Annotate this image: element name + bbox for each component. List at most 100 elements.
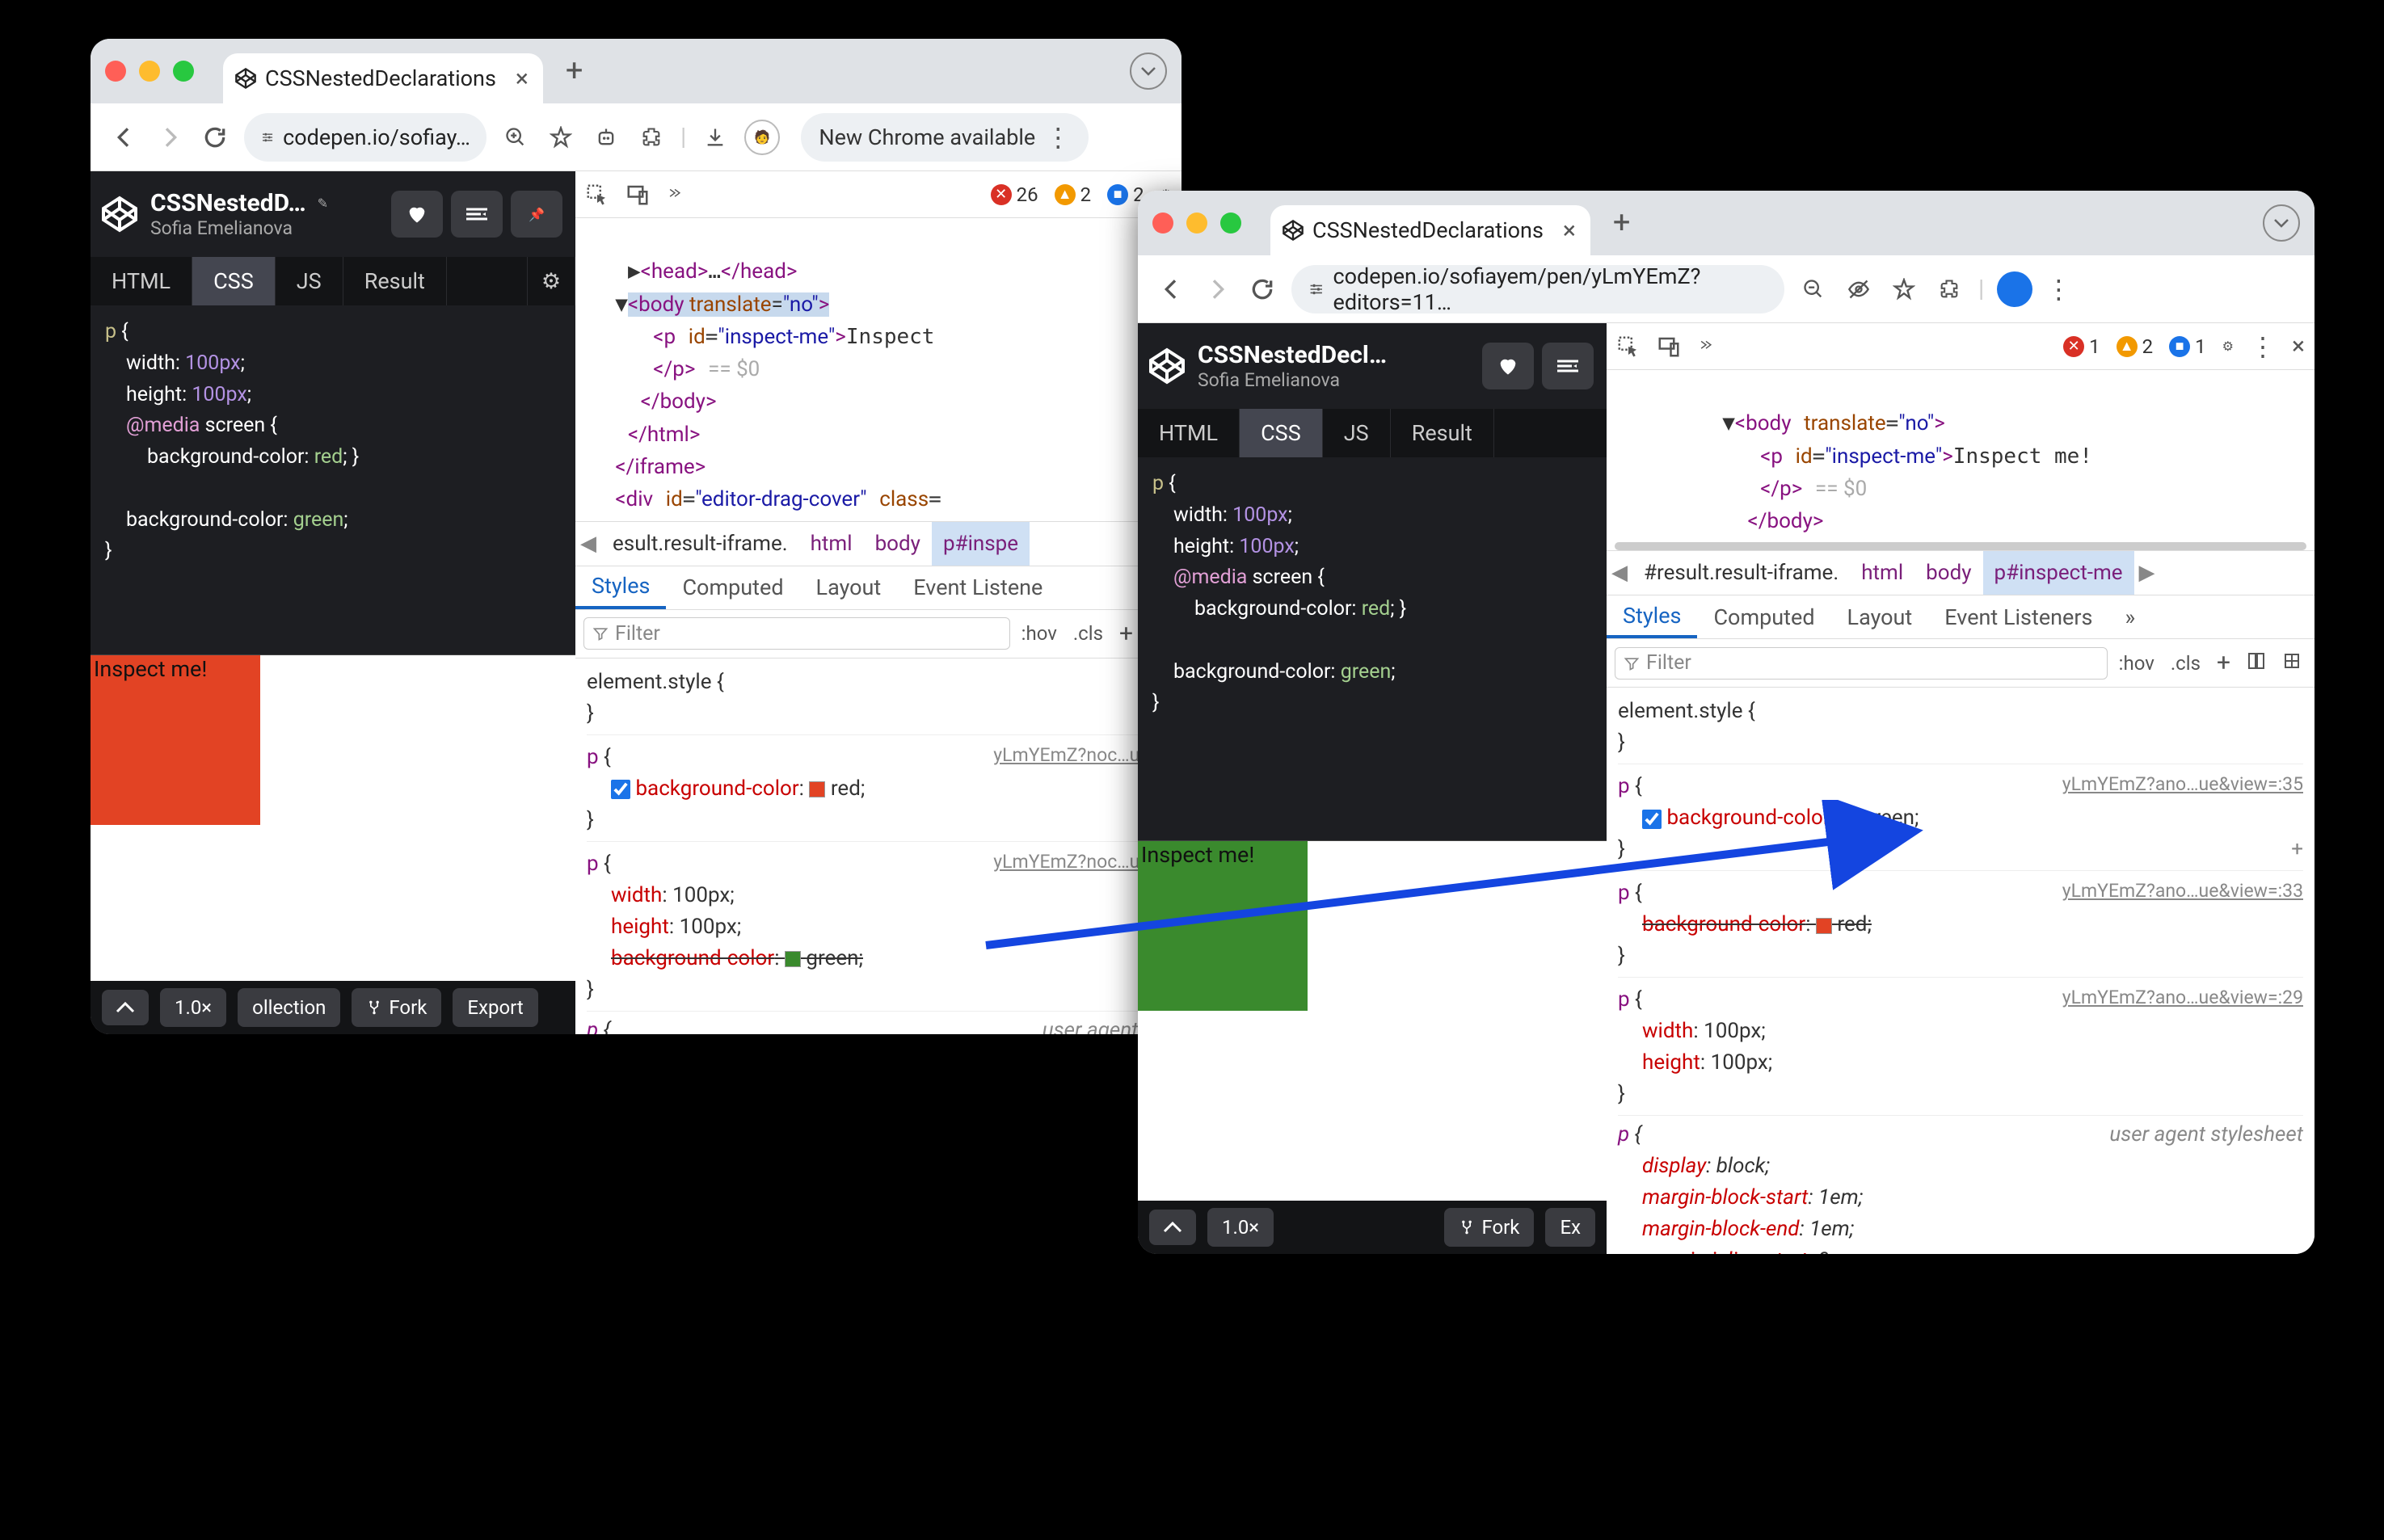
crumb-iframe[interactable]: esult.result-iframe. [601, 522, 799, 566]
css-rules[interactable]: element.style {} p { yLmYEmZ?ano…ue&view… [1607, 688, 2315, 1254]
inspect-element-icon[interactable] [585, 183, 609, 207]
breadcrumb[interactable]: ◀ #result.result-iframe. html body p#ins… [1607, 550, 2315, 595]
reload-button[interactable] [199, 121, 231, 154]
profile-avatar[interactable]: 🧑 [744, 120, 780, 155]
crumb-html[interactable]: html [1850, 551, 1914, 595]
forward-button[interactable] [1201, 273, 1233, 305]
menu-icon[interactable]: ⋮ [2045, 274, 2071, 305]
subtab-more-icon[interactable]: » [2108, 595, 2151, 638]
bookmark-icon[interactable] [1888, 273, 1920, 305]
crumb-body[interactable]: body [864, 522, 932, 566]
tab-css[interactable]: CSS [192, 257, 276, 305]
view-toggle-button[interactable] [451, 191, 503, 238]
cls-toggle[interactable]: .cls [1068, 622, 1108, 645]
zoom-control[interactable]: 1.0× [160, 988, 226, 1027]
device-toggle-icon[interactable] [625, 183, 650, 207]
zoom-control[interactable]: 1.0× [1207, 1208, 1274, 1247]
breadcrumb[interactable]: ◀ esult.result-iframe. html body p#inspe [575, 521, 1181, 566]
eye-off-icon[interactable] [1843, 273, 1875, 305]
profile-avatar[interactable] [1997, 271, 2032, 307]
css-rules[interactable]: element.style {} p { yLmYEmZ?noc…ue&v ba… [575, 658, 1181, 1034]
crumb-iframe[interactable]: #result.result-iframe. [1632, 551, 1850, 595]
subtab-computed[interactable]: Computed [1697, 595, 1830, 638]
subtab-events[interactable]: Event Listeners [1928, 595, 2108, 638]
inspect-target-red[interactable]: Inspect me! [91, 655, 260, 825]
css-editor[interactable]: p { width: 100px; height: 100px; @media … [1138, 457, 1607, 840]
new-tab-button[interactable]: + [1613, 205, 1631, 241]
warning-badge[interactable]: ▲2 [1055, 183, 1092, 206]
error-badge[interactable]: ✕26 [991, 183, 1038, 206]
export-button[interactable]: Ex [1545, 1208, 1595, 1247]
ai-icon[interactable] [590, 121, 622, 154]
fork-button[interactable]: Fork [352, 988, 441, 1027]
warning-badge[interactable]: ▲2 [2117, 335, 2154, 358]
window-dropdown-icon[interactable] [2263, 204, 2300, 242]
styles-filter-input[interactable]: Filter [583, 617, 1010, 650]
zoom-window-button[interactable] [1220, 212, 1241, 234]
more-tabs-icon[interactable] [666, 186, 684, 204]
subtab-layout[interactable]: Layout [800, 566, 898, 609]
bookmark-icon[interactable] [545, 121, 577, 154]
back-button[interactable] [1156, 273, 1188, 305]
crumb-left-icon[interactable]: ◀ [575, 532, 601, 556]
subtab-events[interactable]: Event Listene [897, 566, 1059, 609]
crumb-p[interactable]: p#inspect-me [1983, 551, 2134, 595]
styles-filter-input[interactable]: Filter [1615, 647, 2108, 680]
computed-sidebar-icon[interactable] [2242, 651, 2271, 675]
zoom-window-button[interactable] [173, 61, 194, 82]
devtools-settings-icon[interactable]: ⚙ [2222, 339, 2234, 354]
window-dropdown-icon[interactable] [1130, 53, 1167, 90]
more-tabs-icon[interactable] [1697, 338, 1715, 356]
add-property-icon[interactable]: + [2291, 834, 2303, 865]
forward-button[interactable] [154, 121, 186, 154]
tab-html[interactable]: HTML [91, 257, 192, 305]
close-window-button[interactable] [1152, 212, 1173, 234]
device-toggle-icon[interactable] [1657, 335, 1681, 359]
new-chrome-chip[interactable]: New Chrome available⋮ [801, 113, 1089, 162]
crumb-html[interactable]: html [799, 522, 864, 566]
zoom-icon[interactable] [499, 121, 532, 154]
tab-js[interactable]: JS [1323, 409, 1391, 457]
grid-overlay-icon[interactable] [2277, 651, 2306, 675]
cls-toggle[interactable]: .cls [2166, 652, 2205, 675]
zoom-icon[interactable] [1797, 273, 1830, 305]
tab-result[interactable]: Result [1391, 409, 1494, 457]
new-rule-icon[interactable]: + [2212, 649, 2235, 677]
error-badge[interactable]: ✕1 [2063, 335, 2100, 358]
rule-checkbox[interactable] [1642, 810, 1662, 829]
new-rule-icon[interactable]: + [1114, 620, 1138, 648]
tab-css[interactable]: CSS [1240, 409, 1323, 457]
dom-tree[interactable]: ▶<head>…</head> ▼<body translate="no"> <… [575, 218, 1181, 521]
subtab-computed[interactable]: Computed [666, 566, 799, 609]
pin-button[interactable]: 📌 [511, 191, 562, 238]
devtools-menu-icon[interactable]: ⋮ [2250, 331, 2276, 362]
new-tab-button[interactable]: + [566, 53, 583, 89]
close-tab-icon[interactable]: × [1563, 217, 1576, 245]
editor-settings-icon[interactable]: ⚙ [527, 257, 575, 305]
hov-toggle[interactable]: :hov [2114, 652, 2159, 675]
hov-toggle[interactable]: :hov [1017, 622, 1062, 645]
like-button[interactable] [1482, 343, 1534, 389]
minimize-window-button[interactable] [1186, 212, 1207, 234]
export-button[interactable]: Export [453, 988, 537, 1027]
minimize-window-button[interactable] [139, 61, 160, 82]
subtab-layout[interactable]: Layout [1831, 595, 1929, 638]
rule-checkbox[interactable] [611, 780, 630, 799]
subtab-styles[interactable]: Styles [1607, 595, 1697, 638]
devtools-close-icon[interactable]: × [2292, 332, 2305, 360]
download-icon[interactable] [699, 121, 731, 154]
crumb-p[interactable]: p#inspe [932, 522, 1030, 566]
address-bar[interactable]: codepen.io/sofiay… [244, 113, 486, 162]
browser-tab[interactable]: CSSNestedDeclarations × [223, 53, 543, 103]
subtab-styles[interactable]: Styles [575, 566, 666, 609]
close-tab-icon[interactable]: × [516, 65, 529, 93]
view-toggle-button[interactable] [1542, 343, 1594, 389]
tab-html[interactable]: HTML [1138, 409, 1240, 457]
crumb-right-icon[interactable]: ▶ [2134, 561, 2160, 585]
collection-button[interactable]: ollection [238, 988, 340, 1027]
tab-result[interactable]: Result [343, 257, 447, 305]
info-badge[interactable]: ■1 [2169, 335, 2206, 358]
dom-tree[interactable]: ▼<body translate="no"> <p id="inspect-me… [1607, 370, 2315, 542]
address-bar[interactable]: codepen.io/sofiayem/pen/yLmYEmZ?editors=… [1291, 265, 1784, 313]
extensions-icon[interactable] [635, 121, 668, 154]
